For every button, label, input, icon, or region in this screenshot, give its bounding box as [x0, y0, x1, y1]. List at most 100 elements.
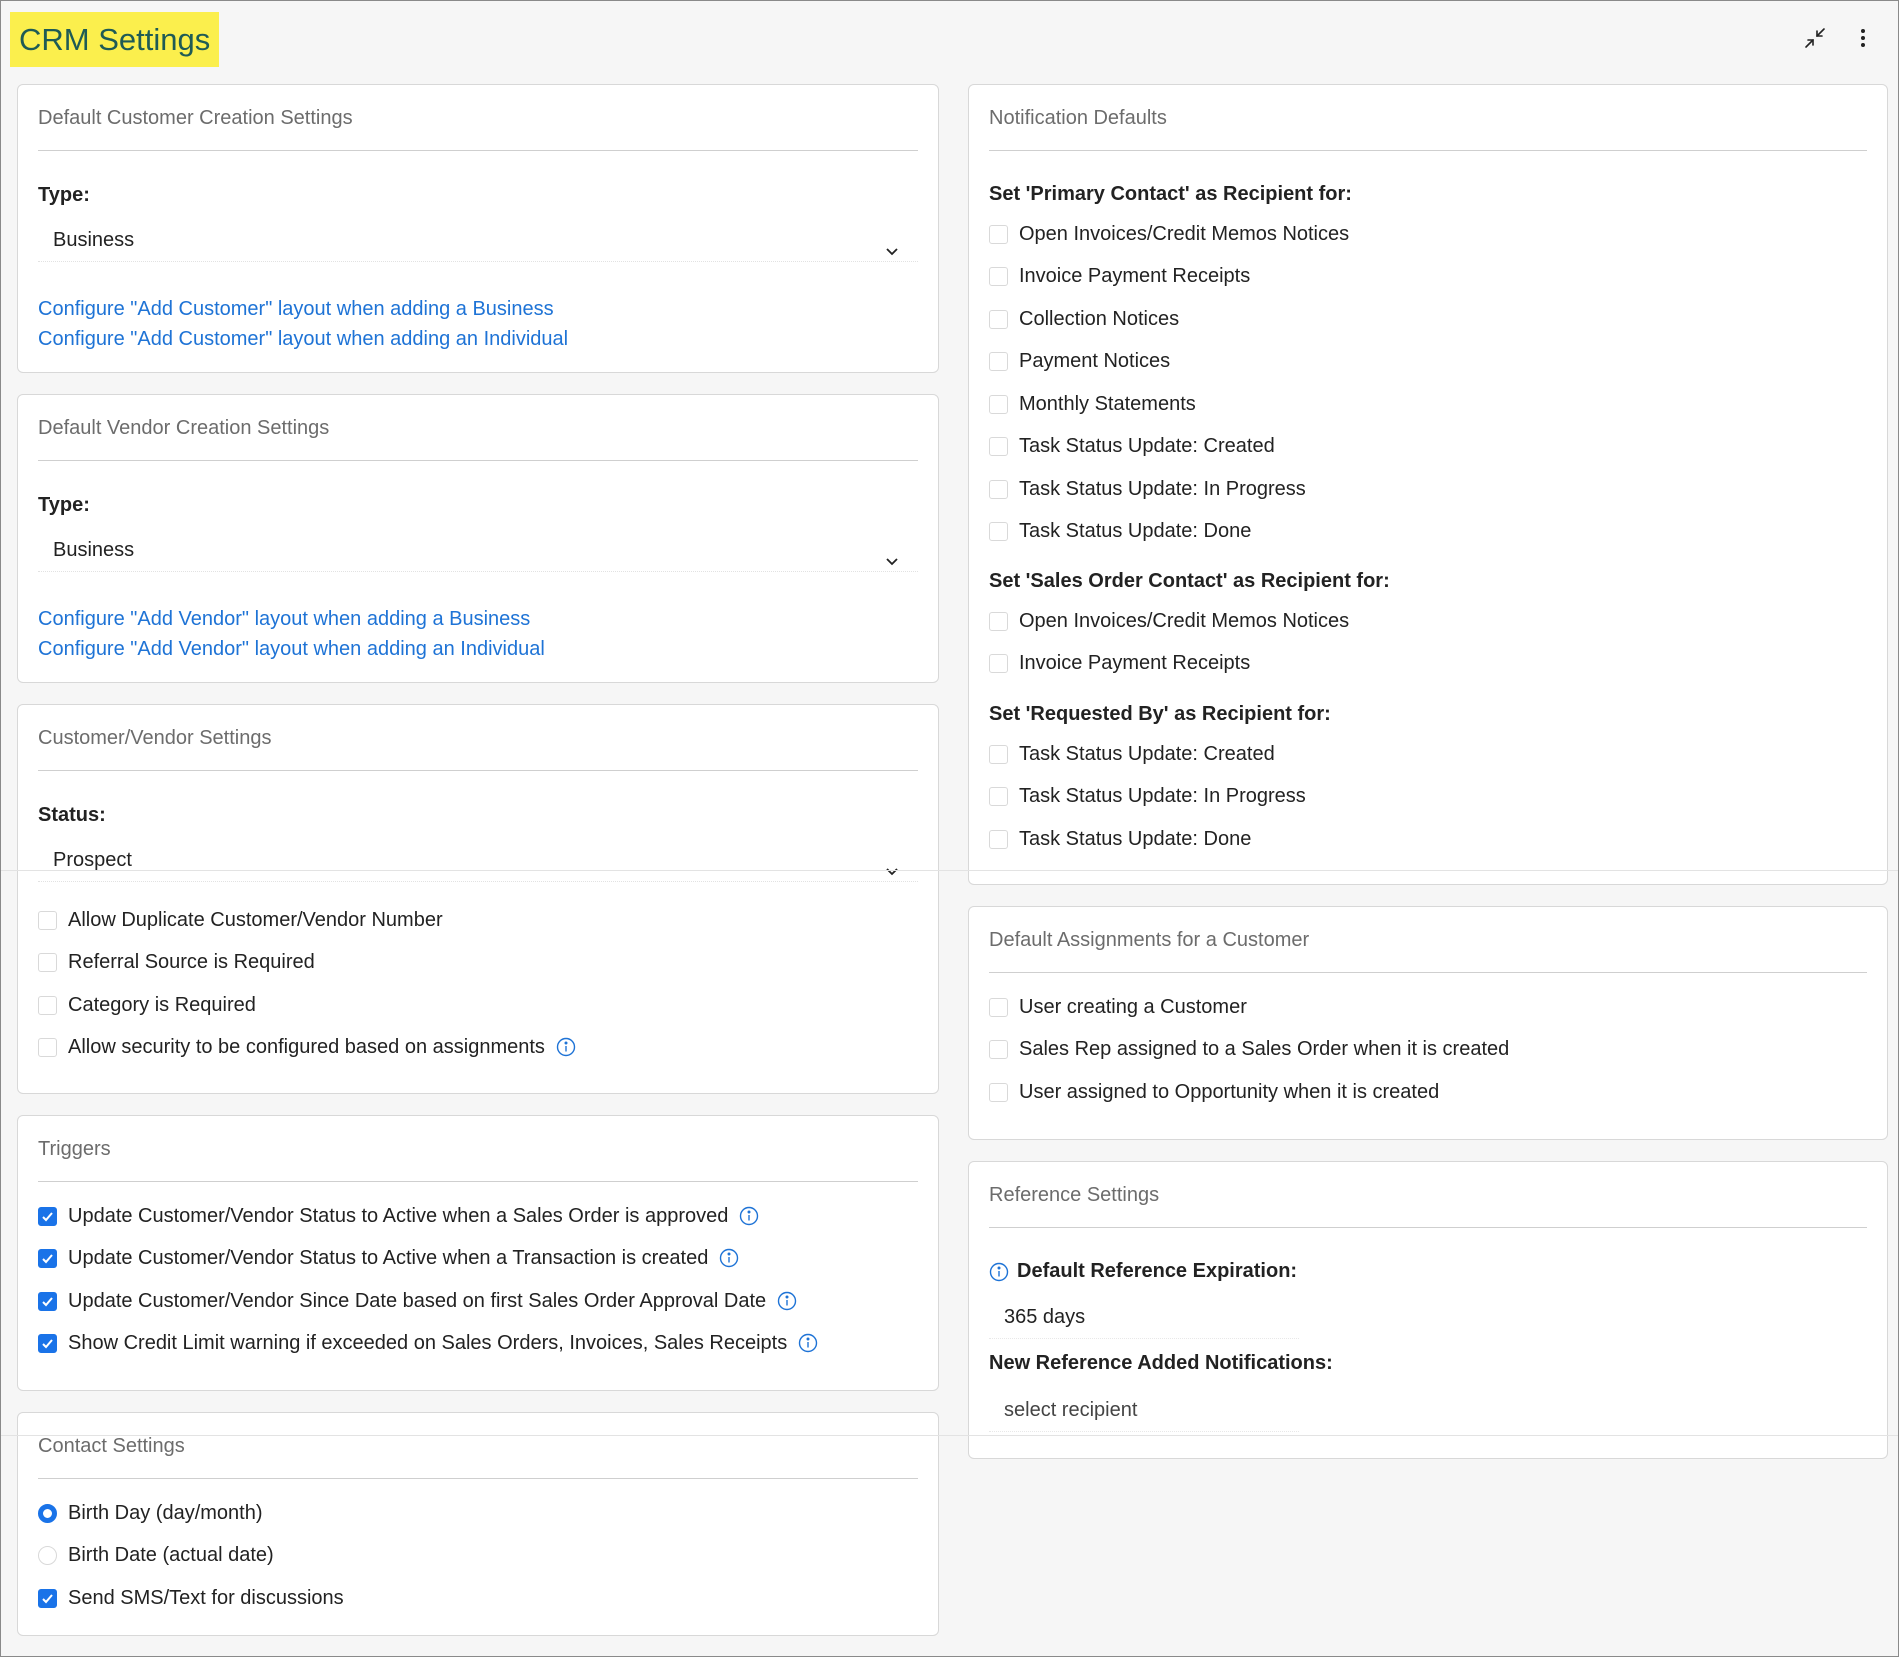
requested-by-option: Task Status Update: Created [989, 741, 1275, 767]
option-label: Payment Notices [1019, 350, 1171, 372]
info-icon[interactable] [719, 1248, 739, 1268]
sales-order-contact-option: Open Invoices/Credit Memos Notices [989, 608, 1349, 634]
requested-by-checkbox[interactable] [989, 787, 1008, 806]
primary-contact-checkbox[interactable] [989, 267, 1008, 286]
page-header: CRM Settings [1, 1, 1898, 77]
option-label: Send SMS/Text for discussions [68, 1586, 344, 1609]
card-title: Triggers [38, 1116, 918, 1182]
primary-contact-checkbox[interactable] [989, 352, 1008, 371]
expiration-input[interactable]: 365 days [989, 1295, 1299, 1339]
collapse-arrows-icon[interactable] [1800, 23, 1830, 53]
option-label: Allow security to be configured based on… [68, 1035, 545, 1058]
primary-contact-checkbox[interactable] [989, 437, 1008, 456]
option-label: Task Status Update: Done [1019, 520, 1252, 542]
vendor-type-select[interactable]: Business [38, 528, 918, 572]
primary-contact-checkbox[interactable] [989, 394, 1008, 414]
primary-contact-checkbox[interactable] [989, 309, 1008, 329]
chevron-down-icon [884, 851, 900, 895]
option-label: Invoice Payment Receipts [1019, 265, 1251, 287]
card-title: Default Customer Creation Settings [38, 85, 918, 151]
expiration-label-row: Default Reference Expiration: [989, 1260, 1297, 1283]
birth-day-radio[interactable] [38, 1503, 57, 1523]
sales-order-contact-checkbox[interactable] [989, 611, 1008, 631]
option-label: Task Status Update: Created [1019, 742, 1275, 765]
assignment-checkbox[interactable] [989, 1082, 1008, 1102]
configure-vendor-individual-link[interactable]: Configure "Add Vendor" layout when addin… [38, 638, 545, 661]
trigger-transaction-created-checkbox[interactable] [38, 1248, 57, 1268]
expiration-label: Default Reference Expiration: [1017, 1260, 1298, 1282]
info-icon[interactable] [989, 1262, 1009, 1282]
primary-contact-checkbox[interactable] [989, 522, 1008, 541]
info-icon[interactable] [556, 1037, 576, 1057]
requested-by-option: Task Status Update: In Progress [989, 784, 1306, 810]
card-title: Reference Settings [989, 1162, 1867, 1228]
allow-duplicate-number-checkbox[interactable] [38, 910, 57, 930]
notifications-label: New Reference Added Notifications: [989, 1352, 1333, 1374]
referral-source-required-checkbox[interactable] [38, 952, 57, 972]
requested-by-checkbox[interactable] [989, 744, 1008, 764]
info-icon[interactable] [777, 1291, 797, 1311]
assignment-checkbox[interactable] [989, 1040, 1008, 1059]
birth-date-option: Birth Date (actual date) [38, 1542, 274, 1568]
status-select[interactable]: Prospect [38, 838, 918, 882]
trigger-sales-order-approved-checkbox[interactable] [38, 1206, 57, 1226]
requested-by-checkbox[interactable] [989, 829, 1008, 849]
option-label: Allow Duplicate Customer/Vendor Number [68, 908, 443, 931]
option-label: User creating a Customer [1019, 995, 1247, 1018]
sales-order-contact-checkbox[interactable] [989, 654, 1008, 673]
send-sms-checkbox[interactable] [38, 1588, 57, 1608]
assignment-option: Sales Rep assigned to a Sales Order when… [989, 1037, 1509, 1063]
recipient-select[interactable]: select recipient [989, 1388, 1299, 1432]
configure-customer-individual-link[interactable]: Configure "Add Customer" layout when add… [38, 328, 568, 351]
vertical-ellipsis-icon[interactable] [1848, 23, 1878, 53]
option-label: Task Status Update: In Progress [1019, 477, 1306, 500]
requested-by-heading: Set 'Requested By' as Recipient for: [989, 703, 1331, 725]
divider [1, 870, 1898, 871]
primary-contact-checkbox[interactable] [989, 224, 1008, 244]
birth-day-option: Birth Day (day/month) [38, 1500, 263, 1526]
info-icon[interactable] [798, 1333, 818, 1353]
card-title: Contact Settings [38, 1413, 918, 1479]
configure-vendor-business-link[interactable]: Configure "Add Vendor" layout when addin… [38, 608, 530, 631]
customer-creation-card: Default Customer Creation Settings Type:… [17, 84, 939, 373]
status-value: Prospect [53, 849, 132, 871]
primary-contact-heading: Set 'Primary Contact' as Recipient for: [989, 183, 1352, 205]
option-label: Show Credit Limit warning if exceeded on… [68, 1331, 788, 1354]
info-icon[interactable] [739, 1206, 759, 1226]
option-label: Birth Day (day/month) [68, 1501, 263, 1524]
trigger-credit-limit-option: Show Credit Limit warning if exceeded on… [38, 1330, 818, 1356]
primary-contact-option: Task Status Update: Created [989, 434, 1275, 460]
allow-security-option: Allow security to be configured based on… [38, 1034, 576, 1060]
option-label: Monthly Statements [1019, 392, 1196, 415]
allow-security-checkbox[interactable] [38, 1037, 57, 1057]
customer-type-select[interactable]: Business [38, 218, 918, 262]
option-label: Update Customer/Vendor Status to Active … [68, 1246, 709, 1269]
sales-order-contact-heading: Set 'Sales Order Contact' as Recipient f… [989, 570, 1390, 592]
option-label: Sales Rep assigned to a Sales Order when… [1019, 1038, 1510, 1060]
trigger-since-date-option: Update Customer/Vendor Since Date based … [38, 1288, 797, 1314]
card-title: Notification Defaults [989, 85, 1867, 151]
reference-settings-card: Reference Settings Default Reference Exp… [968, 1161, 1888, 1459]
contact-settings-card: Contact Settings Birth Day (day/month) B… [17, 1412, 939, 1636]
configure-customer-business-link[interactable]: Configure "Add Customer" layout when add… [38, 298, 554, 321]
primary-contact-option: Task Status Update: In Progress [989, 476, 1306, 502]
trigger-credit-limit-checkbox[interactable] [38, 1333, 57, 1353]
card-title: Default Vendor Creation Settings [38, 395, 918, 461]
trigger-since-date-checkbox[interactable] [38, 1291, 57, 1311]
customer-vendor-settings-card: Customer/Vendor Settings Status: Prospec… [17, 704, 939, 1094]
option-label: Category is Required [68, 993, 256, 1016]
trigger-transaction-created-option: Update Customer/Vendor Status to Active … [38, 1245, 739, 1271]
option-label: Task Status Update: Done [1019, 827, 1252, 850]
category-required-checkbox[interactable] [38, 995, 57, 1015]
option-label: Referral Source is Required [68, 950, 315, 973]
assignment-checkbox[interactable] [989, 997, 1008, 1017]
page-title: CRM Settings [10, 12, 220, 67]
primary-contact-option: Invoice Payment Receipts [989, 264, 1250, 290]
primary-contact-checkbox[interactable] [989, 479, 1008, 499]
send-sms-option: Send SMS/Text for discussions [38, 1585, 344, 1611]
vendor-type-value: Business [53, 539, 135, 561]
birth-date-radio[interactable] [38, 1545, 57, 1565]
option-label: Open Invoices/Credit Memos Notices [1019, 609, 1350, 632]
primary-contact-option: Task Status Update: Done [989, 519, 1251, 545]
primary-contact-option: Collection Notices [989, 306, 1179, 332]
